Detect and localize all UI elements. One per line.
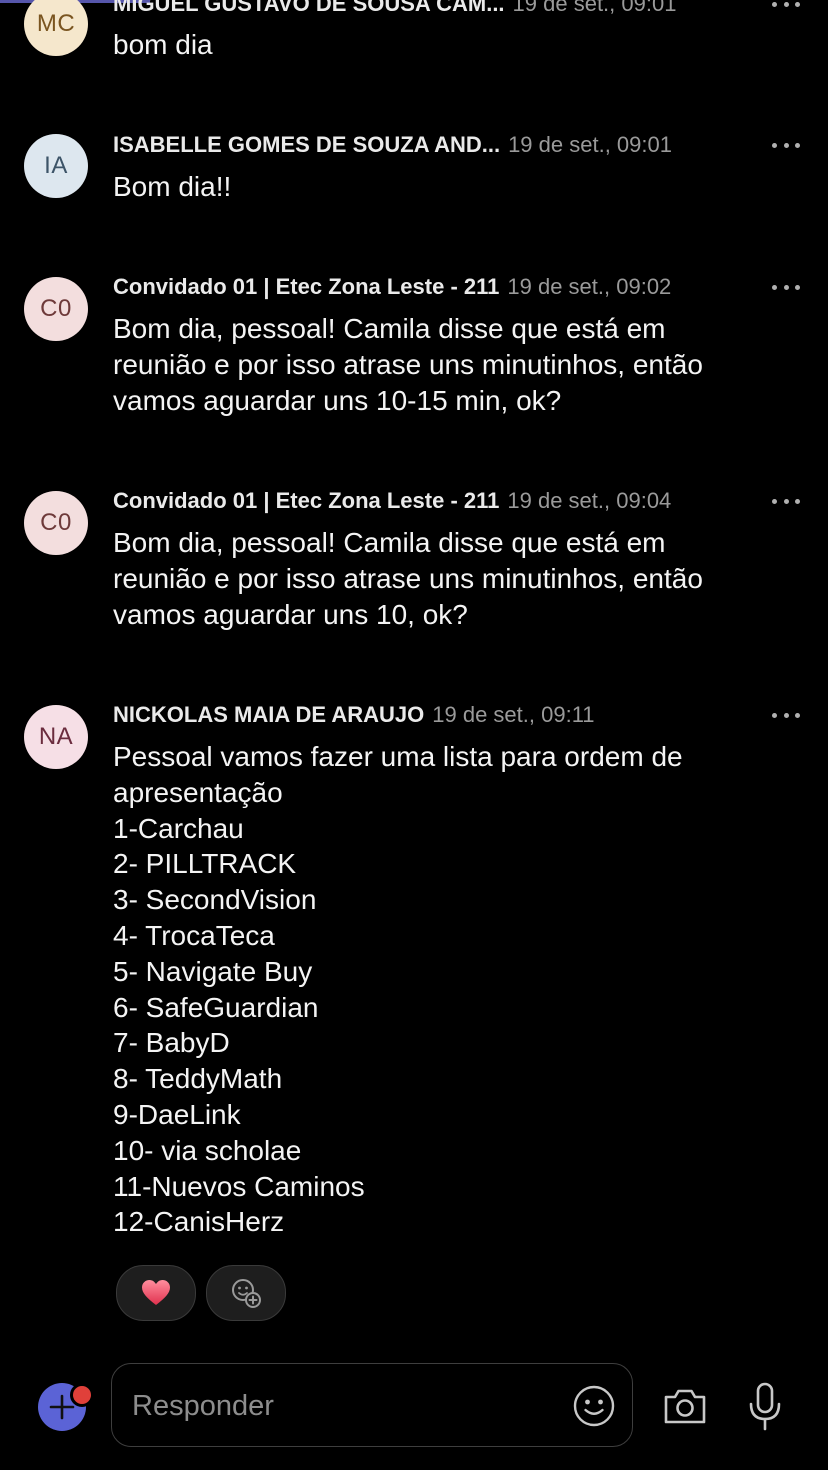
reply-field-container <box>111 1363 633 1448</box>
avatar[interactable]: C0 <box>24 491 88 555</box>
add-reaction-button[interactable] <box>206 1265 286 1321</box>
avatar-initials: C0 <box>40 295 72 322</box>
reply-input[interactable] <box>130 1364 554 1448</box>
message-time: 19 de set., 09:01 <box>508 132 672 157</box>
message-header: MIGUEL GUSTAVO DE SOUSA CAM... 19 de set… <box>113 0 800 20</box>
message-time: 19 de set., 09:02 <box>507 274 672 299</box>
message-header: Convidado 01 | Etec Zona Leste - 211 19 … <box>113 485 800 517</box>
message-text: bom dia <box>113 29 213 60</box>
add-reaction-icon <box>232 1279 261 1308</box>
sender-name[interactable]: ISABELLE GOMES DE SOUZA AND... <box>113 132 500 158</box>
avatar[interactable]: C0 <box>24 277 88 341</box>
avatar-initials: NA <box>38 723 74 750</box>
avatar[interactable]: NA <box>24 705 88 769</box>
more-options-icon[interactable] <box>772 497 800 505</box>
message-text: Bom dia, pessoal! Camila disse que está … <box>113 527 703 630</box>
sender-name[interactable]: NICKOLAS MAIA DE ARAUJO <box>113 702 424 728</box>
camera-icon[interactable] <box>662 1386 708 1426</box>
avatar[interactable]: MC <box>24 0 88 56</box>
emoji-icon[interactable] <box>572 1384 616 1428</box>
sender-name[interactable]: MIGUEL GUSTAVO DE SOUSA CAM... <box>113 0 505 17</box>
message-time: 19 de set., 09:01 <box>512 0 677 16</box>
heart-icon <box>142 1280 170 1305</box>
microphone-icon[interactable] <box>747 1382 783 1432</box>
more-options-icon[interactable] <box>772 0 800 8</box>
avatar-initials: IA <box>44 152 68 179</box>
heart-reaction-button[interactable] <box>116 1265 196 1321</box>
more-options-icon[interactable] <box>772 711 800 719</box>
sender-name[interactable]: Convidado 01 | Etec Zona Leste - 211 <box>113 274 499 300</box>
message-text: Bom dia!! <box>113 171 232 202</box>
message-text: Bom dia, pessoal! Camila disse que está … <box>113 313 703 416</box>
more-options-icon[interactable] <box>772 141 800 149</box>
message-header: NICKOLAS MAIA DE ARAUJO 19 de set., 09:1… <box>113 699 800 731</box>
avatar[interactable]: IA <box>24 134 88 198</box>
reply-composer <box>0 1340 828 1470</box>
message-header: Convidado 01 | Etec Zona Leste - 211 19 … <box>113 271 800 303</box>
message-text: Pessoal vamos fazer uma lista para ordem… <box>113 741 683 1238</box>
more-options-icon[interactable] <box>772 283 800 291</box>
message-time: 19 de set., 09:11 <box>432 702 595 727</box>
message-time: 19 de set., 09:04 <box>507 488 672 513</box>
avatar-initials: MC <box>36 10 76 37</box>
sender-name[interactable]: Convidado 01 | Etec Zona Leste - 211 <box>113 488 499 514</box>
reaction-bar <box>116 1265 286 1321</box>
avatar-initials: C0 <box>40 509 72 536</box>
notification-badge <box>70 1383 94 1407</box>
message-header: ISABELLE GOMES DE SOUZA AND... 19 de set… <box>113 129 800 161</box>
